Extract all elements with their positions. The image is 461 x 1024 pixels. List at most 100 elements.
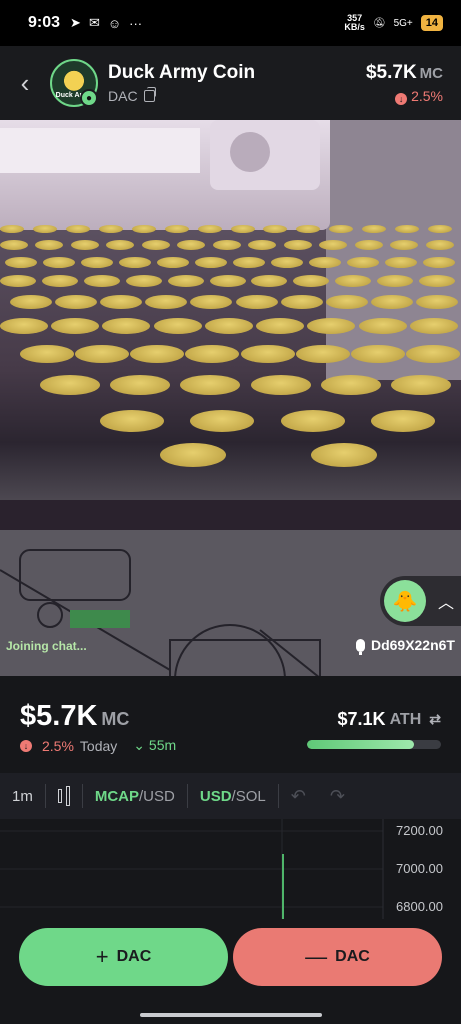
stream-coin (377, 275, 414, 287)
stream-coin (415, 295, 458, 309)
stream-coin (0, 318, 48, 334)
change-period: Today (79, 737, 118, 754)
mute-icon: 🔕︎ (372, 17, 386, 29)
stream-coin (395, 225, 420, 233)
stream-coin (293, 275, 330, 287)
notification-icons: ➤ ✉ ☺ ··· (70, 15, 142, 31)
stream-coin (160, 443, 226, 467)
stream-coin (235, 295, 278, 309)
ath-value[interactable]: $7.1K ATH ⇄ (338, 709, 441, 730)
stream-coin (354, 240, 383, 250)
stream-coin (240, 345, 295, 363)
mcap-usd-toggle[interactable]: MCAP/USD (83, 788, 187, 805)
stream-coin (409, 318, 458, 334)
chart-toolbar: 1m MCAP/USD USD/SOL ↶ ↷ (0, 773, 461, 819)
chat-toggle[interactable]: 🐥 ︿ (380, 576, 461, 626)
stream-coin (248, 240, 277, 250)
stream-coin (110, 375, 171, 395)
trade-actions: + DAC — DAC (0, 919, 461, 1006)
back-button[interactable]: ‹ (0, 46, 50, 120)
system-nav-bar (0, 1006, 461, 1024)
signal-icon: 5G+ (393, 17, 413, 29)
y-tick-label: 6800.00 (396, 899, 443, 914)
stream-coin (212, 240, 241, 250)
stream-coin (295, 345, 350, 363)
stream-coin (370, 295, 413, 309)
coin-avatar[interactable]: Duck Army ● (50, 59, 98, 107)
ath-progress-bar (307, 740, 441, 749)
stream-coin (81, 257, 113, 268)
copy-icon[interactable] (143, 87, 156, 102)
home-indicator[interactable] (140, 1013, 322, 1017)
stream-coin (390, 240, 419, 250)
arrow-down-icon: ↓ (395, 92, 408, 105)
stream-coin (233, 257, 265, 268)
stream-coin (41, 275, 78, 287)
ticker-row: DAC (108, 87, 255, 104)
sell-button[interactable]: — DAC (233, 928, 442, 986)
stream-coin (65, 225, 90, 233)
status-time: 9:03 (28, 14, 61, 31)
stream-coin (177, 240, 206, 250)
redo-icon[interactable]: ↷ (318, 786, 357, 807)
stream-coin (75, 345, 130, 363)
stream-coin (428, 225, 453, 233)
buy-button[interactable]: + DAC (19, 928, 228, 986)
stream-coin (190, 295, 233, 309)
stream-coin (32, 225, 57, 233)
header-mc-value: $5.7K MC (365, 61, 443, 83)
stream-coin (390, 375, 451, 395)
stream-coin (197, 225, 222, 233)
coin-name: Duck Army Coin (108, 62, 256, 83)
stream-coin (329, 225, 354, 233)
stream-coin (370, 410, 435, 432)
stream-coins (0, 215, 461, 495)
stream-coin (310, 443, 377, 467)
swap-icon[interactable]: ⇄ (429, 711, 441, 728)
stream-coin (131, 225, 156, 233)
stream-coin (100, 295, 143, 309)
price-chart[interactable]: 7200.00 7000.00 6800.00 (0, 819, 461, 919)
candlestick-button[interactable] (46, 785, 82, 807)
stream-coin (350, 345, 405, 363)
stream-coin (256, 318, 305, 334)
stream-coin (362, 225, 387, 233)
stream-coin (0, 225, 24, 233)
header-market-cap: $5.7K MC ↓ 2.5% (366, 62, 443, 105)
stream-coin (190, 410, 255, 432)
interval-selector[interactable]: 1m (0, 788, 45, 805)
undo-icon[interactable]: ↶ (279, 786, 318, 807)
stream-coin (423, 257, 455, 268)
minus-icon: — (305, 944, 328, 969)
telegram-icon: ➤ (70, 15, 81, 30)
candlestick-icon (57, 785, 70, 807)
streamer-name: Dd69X22n6T (370, 637, 455, 653)
market-stats: $5.7K MC ↓ 2.5% Today ⌄ 55m $7.1K ATH ⇄ (0, 676, 461, 773)
stream-tray-edge (0, 500, 461, 530)
plus-icon: + (95, 944, 109, 969)
sprout-icon: ⌄ (133, 737, 146, 753)
stream-coin (51, 318, 100, 334)
battery-icon: 14 (420, 15, 443, 31)
stream-coin (40, 375, 100, 395)
stream-coin (195, 257, 227, 268)
chevron-left-icon: ‹ (20, 67, 30, 98)
stream-coin (5, 257, 37, 268)
discord-icon: ☺ (107, 15, 122, 31)
stream-coin (325, 295, 368, 309)
streamer-label[interactable]: Dd69X22n6T (355, 637, 455, 655)
stream-coin (185, 345, 240, 363)
stream-coin (204, 318, 253, 334)
stream-coin (0, 275, 36, 287)
chart-canvas (0, 819, 384, 919)
stream-coin (55, 295, 98, 309)
ath-progress-fill (307, 740, 415, 749)
stream-coin (320, 375, 381, 395)
stream-coin (83, 275, 120, 287)
change-line: ↓ 2.5% Today ⌄ 55m (20, 737, 176, 754)
usd-sol-toggle[interactable]: USD/SOL (188, 788, 278, 805)
stream-coin (263, 225, 288, 233)
stream-coin (141, 240, 170, 250)
stream-coin (405, 345, 460, 363)
chat-status: Joining chat... (6, 639, 87, 653)
